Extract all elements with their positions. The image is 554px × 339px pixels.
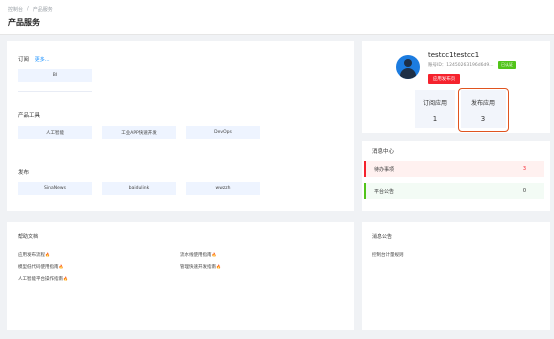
help-link-rapid-dev-guide[interactable]: 管理快速开发指南🔥 [180, 264, 221, 270]
publish-section-title: 发布 [18, 170, 30, 176]
stat-subscribed-label: 订阅应用 [422, 100, 447, 107]
tool-tile-devops[interactable]: DevOps [186, 126, 260, 139]
page-header: 控制台 / 产品服务 产品服务 [0, 0, 554, 35]
stat-subscribed-value: 1 [432, 115, 438, 123]
message-item-announcement-label: 平台公告 [374, 188, 395, 195]
avatar-body-shape [400, 68, 416, 79]
publish-tile-baidulink[interactable]: baidulink [102, 182, 176, 195]
message-item-announcement-count: 0 [522, 188, 526, 194]
developer-page-button[interactable]: 应用发布页 [428, 74, 460, 84]
hot-icon: 🔥 [63, 276, 68, 281]
message-item-todo-label: 待办事项 [374, 166, 395, 173]
publish-tile-sinanews[interactable]: SinaNews [18, 182, 92, 195]
subscribe-tile-bi[interactable]: BI [18, 69, 92, 82]
highlight-frame [458, 88, 509, 132]
subscribe-section-title: 订阅 更多... [18, 57, 50, 63]
message-center-title: 消息中心 [372, 149, 395, 155]
notice-item[interactable]: 控制台计量规则 [372, 252, 404, 258]
tool-tile-industrial-app[interactable]: 工业APP快速开发 [102, 126, 176, 139]
hot-icon: 🔥 [216, 264, 221, 269]
publish-tile-wwzzh[interactable]: wwzzh [186, 182, 260, 195]
hot-icon: 🔥 [45, 252, 50, 257]
breadcrumb-separator: / [27, 6, 29, 12]
help-link-pipeline-guide[interactable]: 流水线使用指南🔥 [180, 252, 216, 258]
verified-badge: 已认证 [498, 61, 516, 69]
help-docs-title: 帮助文档 [18, 234, 39, 240]
help-link-app-publish[interactable]: 应用发布流程🔥 [18, 252, 50, 258]
avatar [396, 55, 420, 79]
subscribe-more-link[interactable]: 更多... [35, 57, 50, 63]
hot-icon: 🔥 [58, 264, 64, 269]
tools-section-title: 产品工具 [18, 113, 41, 119]
tool-tile-ai[interactable]: 人工智能 [18, 126, 92, 139]
breadcrumb-console[interactable]: 控制台 [8, 6, 23, 13]
username: testcc1testcc1 [428, 51, 480, 59]
account-id: 账号ID：12450263196d6d9... [428, 63, 494, 68]
message-item-todo-count: 3 [522, 166, 526, 172]
avatar-head-shape [404, 59, 412, 67]
notice-title: 消息公告 [372, 234, 393, 240]
divider [18, 91, 92, 92]
message-item-todo[interactable]: 待办事项 3 [364, 161, 544, 177]
page-title: 产品服务 [8, 18, 40, 27]
help-link-ai-guide[interactable]: 人工智能平台操作指南🔥 [18, 276, 68, 282]
breadcrumb: 控制台 / 产品服务 [8, 6, 53, 13]
breadcrumb-current: 产品服务 [32, 7, 53, 13]
message-item-announcement[interactable]: 平台公告 0 [364, 183, 544, 199]
stat-subscribed[interactable]: 订阅应用 1 [416, 98, 454, 123]
hot-icon: 🔥 [211, 252, 217, 257]
help-link-lowcode-guide[interactable]: 模型低代码使用指南🔥 [18, 264, 63, 270]
